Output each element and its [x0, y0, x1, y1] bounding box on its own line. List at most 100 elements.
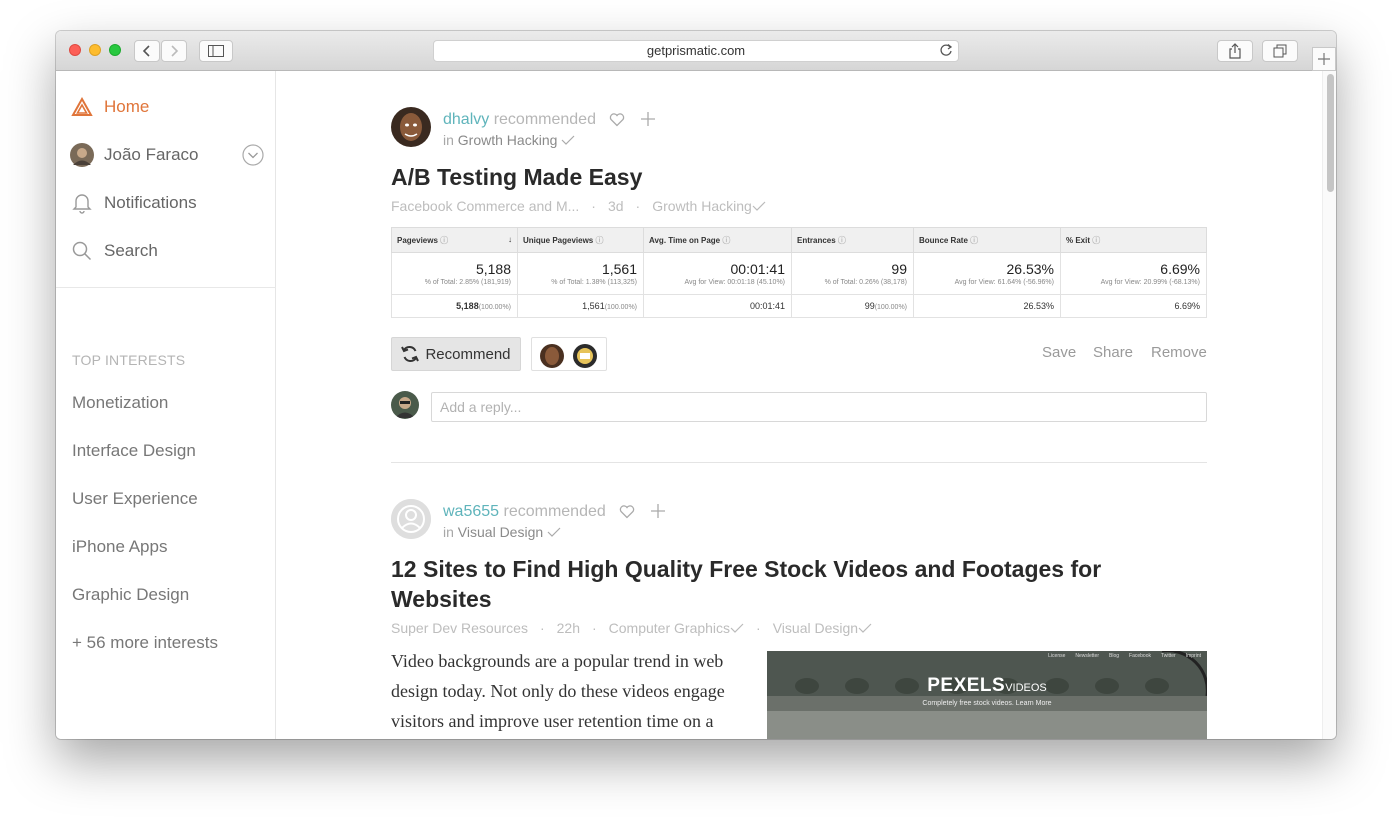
avatar[interactable] [573, 344, 597, 368]
sidebar-item-home[interactable]: Home [70, 92, 149, 122]
zoom-window-button[interactable] [109, 44, 121, 56]
check-icon [547, 524, 561, 540]
column-header: Unique Pageviews ⓘ [517, 227, 644, 253]
save-button[interactable]: Save [1042, 344, 1076, 361]
check-icon [752, 198, 766, 214]
source-link[interactable]: Facebook Commerce and M... [391, 198, 579, 214]
interest-link[interactable]: User Experience [72, 489, 198, 509]
separator: · [591, 198, 596, 214]
reload-icon[interactable] [939, 43, 953, 57]
post-divider [391, 462, 1207, 463]
scrollbar-thumb[interactable] [1327, 74, 1334, 192]
avatar [70, 143, 94, 167]
plus-icon [1318, 53, 1330, 65]
address-bar[interactable]: getprismatic.com [433, 40, 959, 62]
topic-link[interactable]: Growth Hacking [458, 132, 558, 148]
search-icon [70, 239, 94, 263]
table-cell: 99% of Total: 0.26% (38,178) [791, 252, 914, 295]
table-cell: 6.69% Avg for View: 20.99% (-68.13%) [1060, 252, 1207, 295]
column-header: Bounce Rate ⓘ [913, 227, 1061, 253]
action-text: recommended [493, 111, 596, 128]
table-cell: 6.69% [1060, 294, 1207, 318]
interest-link[interactable]: Graphic Design [72, 585, 189, 605]
table-cell: 1,561(100.00%) [517, 294, 644, 318]
reply-input[interactable]: Add a reply... [431, 392, 1207, 422]
avatar[interactable] [540, 344, 564, 368]
table-cell: 5,188(100.00%) [391, 294, 518, 318]
post-meta: Facebook Commerce and M... · 3d · Growth… [391, 198, 766, 214]
tabs-icon [1273, 44, 1287, 58]
tag-link[interactable]: Growth Hacking [652, 198, 752, 214]
sidebar-item-notifications[interactable]: Notifications [70, 188, 197, 218]
post-excerpt: Video backgrounds are a popular trend in… [391, 651, 725, 731]
sidebar: Home João Faraco Notifications Search TO… [56, 71, 276, 739]
plus-icon[interactable] [650, 503, 666, 524]
interest-link[interactable]: Monetization [72, 393, 168, 413]
sidebar-divider [56, 287, 276, 288]
interest-link[interactable]: Interface Design [72, 441, 196, 461]
recommend-label: Recommend [425, 345, 511, 363]
post-thumbnail[interactable]: PEXELSVIDEOS Completely free stock video… [767, 651, 1207, 739]
avatar [391, 391, 419, 419]
remove-button[interactable]: Remove [1151, 344, 1207, 361]
tag-link[interactable]: Computer Graphics [609, 620, 730, 636]
back-button[interactable] [134, 40, 160, 62]
chevron-down-icon[interactable] [242, 144, 264, 171]
sidebar-toggle-button[interactable] [199, 40, 233, 62]
browser-toolbar: getprismatic.com [56, 31, 1336, 71]
share-button[interactable] [1217, 40, 1253, 62]
table-cell: 5,188% of Total: 2.85% (181,919) [391, 252, 518, 295]
refresh-icon [401, 345, 420, 363]
post-title[interactable]: 12 Sites to Find High Quality Free Stock… [391, 554, 1181, 614]
chevron-left-icon [142, 45, 150, 57]
sidebar-item-profile[interactable]: João Faraco [70, 140, 264, 171]
table-cell: 99(100.00%) [791, 294, 914, 318]
scrollbar[interactable] [1322, 71, 1336, 739]
table-cell: 1,561% of Total: 1.38% (113,325) [517, 252, 644, 295]
close-window-button[interactable] [69, 44, 81, 56]
more-interests-link[interactable]: + 56 more interests [72, 633, 218, 653]
tag-link[interactable]: Visual Design [773, 620, 858, 636]
user-link[interactable]: wa5655 [443, 503, 499, 520]
minimize-window-button[interactable] [89, 44, 101, 56]
thumbnail-brand: PEXELSVIDEOS [927, 675, 1047, 696]
recommenders-list[interactable] [531, 337, 607, 371]
recommend-button[interactable]: Recommend [391, 337, 521, 371]
chevron-right-icon [171, 45, 179, 57]
recommendation-line: wa5655 recommended [443, 503, 606, 521]
forward-button[interactable] [161, 40, 187, 62]
avatar[interactable] [391, 107, 431, 147]
user-link[interactable]: dhalvy [443, 111, 489, 128]
in-prefix: in [443, 524, 454, 540]
plus-icon[interactable] [640, 111, 656, 132]
thumbnail-nav: License Newsletter Blog Facebook Twitter Impr… [1048, 653, 1201, 659]
tabs-overview-button[interactable] [1262, 40, 1298, 62]
share-button[interactable]: Share [1093, 344, 1133, 361]
heart-icon[interactable] [609, 112, 625, 132]
thumbnail-tagline: Completely free stock videos. Learn More [922, 700, 1052, 707]
avatar[interactable] [391, 499, 431, 539]
recommendation-line: dhalvy recommended [443, 111, 596, 129]
interests-header: TOP INTERESTS [72, 352, 186, 368]
sidebar-item-label: Home [104, 97, 150, 116]
topic-line: in Growth Hacking [443, 132, 575, 148]
sidebar-icon [208, 45, 224, 57]
column-header: % Exit ⓘ [1060, 227, 1207, 253]
table-cell: 26.53% Avg for View: 61.64% (-56.96%) [913, 252, 1061, 295]
sidebar-item-search[interactable]: Search [70, 236, 158, 266]
sidebar-item-label: Notifications [104, 193, 197, 212]
topic-link[interactable]: Visual Design [458, 524, 543, 540]
heart-icon[interactable] [619, 504, 635, 524]
check-icon [858, 620, 872, 636]
check-icon [561, 132, 575, 148]
analytics-table-image: Pageviews ⓘ ↓ Unique Pageviews ⓘ Avg. Tim… [391, 227, 1207, 318]
new-tab-button[interactable] [1312, 47, 1336, 71]
user-name: João Faraco [104, 145, 199, 164]
separator: · [756, 620, 761, 636]
column-header: Pageviews ⓘ ↓ [391, 227, 518, 253]
post-title[interactable]: A/B Testing Made Easy [391, 162, 1191, 192]
check-icon [730, 620, 744, 636]
interest-link[interactable]: iPhone Apps [72, 537, 167, 557]
source-link[interactable]: Super Dev Resources [391, 620, 528, 636]
column-header: Entrances ⓘ [791, 227, 914, 253]
